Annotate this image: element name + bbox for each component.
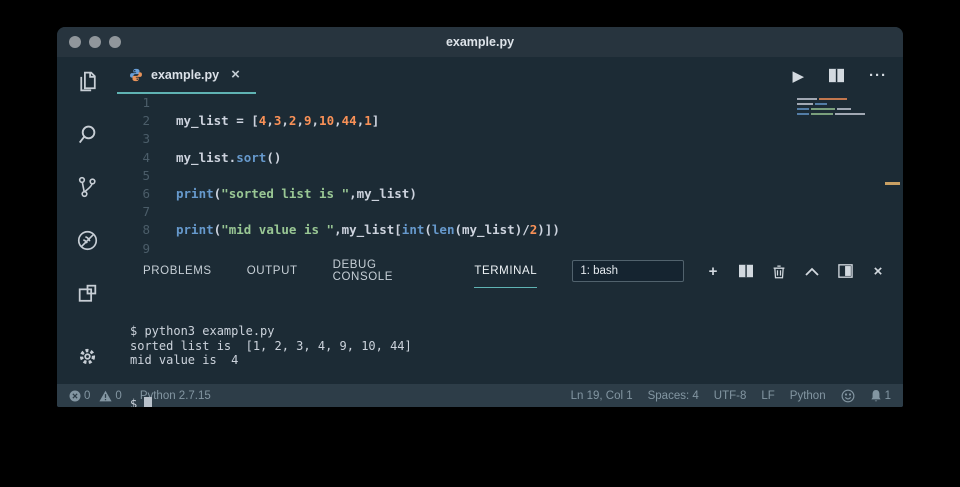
code-line[interactable]: 2 my_list = [4,3,2,9,10,44,1] [117, 112, 903, 130]
panel-tab-problems[interactable]: PROBLEMS [143, 254, 212, 288]
line-number[interactable]: 7 [117, 203, 150, 221]
code-line[interactable]: 1 [117, 94, 903, 112]
search-icon[interactable] [73, 120, 101, 148]
panel-tab-debug-console[interactable]: DEBUG CONSOLE [333, 254, 440, 288]
terminal-output: $ python3 example.py sorted list is [1, 2… [130, 324, 903, 368]
panel-header: PROBLEMS OUTPUT DEBUG CONSOLE TERMINAL 1: b… [117, 254, 903, 288]
code-line[interactable]: 4 my_list.sort() [117, 149, 903, 167]
warning-icon [99, 390, 112, 402]
python-file-icon [129, 68, 143, 82]
minimap[interactable] [797, 98, 869, 118]
source-control-icon[interactable] [73, 173, 101, 201]
terminal-line: sorted list is [1, 2, 3, 4, 9, 10, 44] [130, 338, 412, 353]
code-line[interactable]: 9 [117, 240, 903, 258]
problems-status[interactable]: 0 0 [69, 390, 122, 402]
terminal-line: $ python3 example.py [130, 324, 275, 339]
close-window-button[interactable] [69, 36, 81, 48]
maximize-panel-icon[interactable] [836, 262, 854, 280]
terminal[interactable]: $ python3 example.py sorted list is [1, 2… [117, 288, 903, 407]
line-number[interactable]: 3 [117, 130, 150, 148]
debug-icon[interactable] [73, 226, 101, 254]
tab-close-icon[interactable]: × [231, 67, 240, 82]
panel-tabs: PROBLEMS OUTPUT DEBUG CONSOLE TERMINAL [143, 254, 572, 288]
code-text: print("mid value is ",my_list[int(len(my… [176, 222, 560, 238]
terminal-line: mid value is 4 [130, 353, 239, 368]
line-number[interactable]: 8 [117, 221, 150, 239]
tab-label: example.py [151, 67, 220, 82]
code-text: my_list = [4,3,2,9,10,44,1] [176, 113, 380, 129]
code-line[interactable]: 7 [117, 203, 903, 221]
overview-ruler-mark [885, 182, 900, 185]
line-number[interactable]: 2 [117, 112, 150, 130]
line-number[interactable]: 1 [117, 94, 150, 112]
terminal-cursor [144, 397, 153, 407]
new-terminal-icon[interactable]: + [704, 262, 722, 280]
bottom-panel: PROBLEMS OUTPUT DEBUG CONSOLE TERMINAL 1: b… [117, 254, 903, 407]
activity-bar [57, 57, 117, 384]
terminal-select-value: 1: bash [580, 265, 619, 277]
line-number[interactable]: 6 [117, 185, 150, 203]
close-panel-icon[interactable]: × [869, 262, 887, 280]
code-text: print("sorted list is ",my_list) [176, 186, 417, 202]
vscode-window: example.py example.py × ▶ ··· 1 2 my_lis… [57, 27, 903, 407]
kill-terminal-icon[interactable] [770, 262, 788, 280]
gear-icon[interactable] [73, 342, 101, 370]
panel-tab-output[interactable]: OUTPUT [247, 254, 298, 288]
code-line[interactable]: 5 [117, 167, 903, 185]
terminal-prompt-line: $ [130, 397, 903, 407]
title-bar: example.py [57, 27, 903, 57]
chevron-up-icon[interactable] [803, 262, 821, 280]
explorer-icon[interactable] [73, 67, 101, 95]
window-title: example.py [445, 35, 515, 49]
code-lines: 1 2 my_list = [4,3,2,9,10,44,1] 3 4 my_list.s… [117, 94, 903, 258]
code-line[interactable]: 8 print("mid value is ",my_list[int(len(m… [117, 221, 903, 239]
error-icon [69, 390, 81, 402]
terminal-select[interactable]: 1: bash [572, 260, 684, 282]
minimize-window-button[interactable] [89, 36, 101, 48]
traffic-lights [69, 36, 121, 48]
code-line[interactable]: 6 print("sorted list is ",my_list) [117, 185, 903, 203]
line-number[interactable]: 9 [117, 240, 150, 258]
code-text: my_list.sort() [176, 149, 282, 165]
more-actions-icon[interactable]: ··· [869, 67, 887, 84]
extensions-icon[interactable] [73, 279, 101, 307]
tab-example-py[interactable]: example.py × [117, 57, 256, 94]
tab-bar: example.py × ▶ ··· [117, 57, 903, 94]
panel-tab-terminal[interactable]: TERMINAL [474, 254, 538, 288]
split-terminal-icon[interactable] [737, 262, 755, 280]
dropdown-arrows-icon [670, 264, 676, 278]
code-editor[interactable]: 1 2 my_list = [4,3,2,9,10,44,1] 3 4 my_list.s… [117, 94, 903, 256]
run-file-button[interactable]: ▶ [792, 67, 804, 85]
split-editor-icon[interactable] [828, 68, 845, 83]
line-number[interactable]: 4 [117, 149, 150, 167]
zoom-window-button[interactable] [109, 36, 121, 48]
line-number[interactable]: 5 [117, 167, 150, 185]
code-line[interactable]: 3 [117, 130, 903, 148]
